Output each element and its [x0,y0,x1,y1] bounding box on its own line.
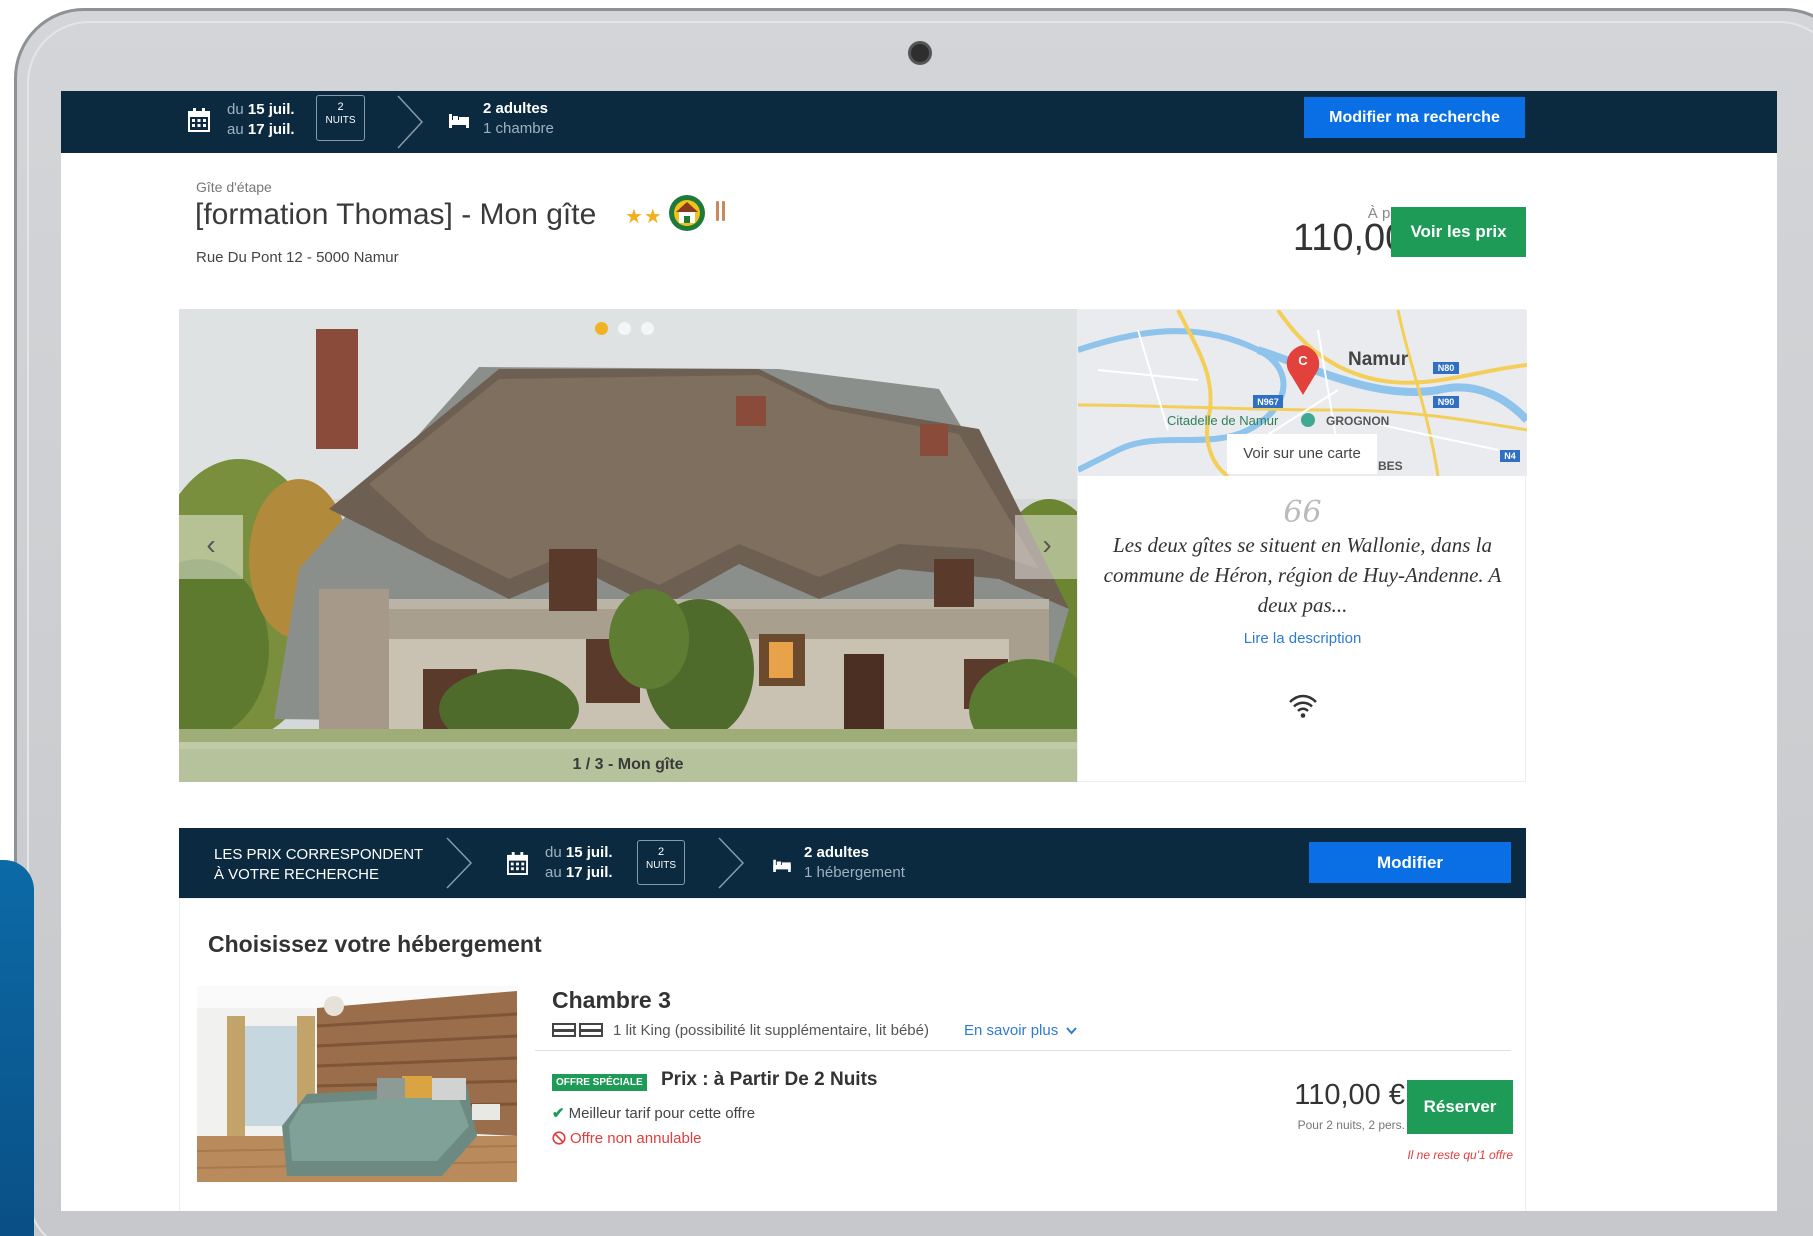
chevron-right-icon [446,837,473,889]
best-rate-text: Meilleur tarif pour cette offre [568,1105,756,1122]
offer-price-detail: Pour 2 nuits, 2 pers. [1297,1118,1405,1132]
learn-more-label: En savoir plus [964,1022,1059,1039]
modify-search-button[interactable]: Modifier ma recherche [1304,97,1525,138]
guests-summary: 2 adultes 1 chambre [483,99,554,139]
map-marker-letter: C [1298,353,1308,368]
chevron-right-icon [718,837,745,889]
bed-icon [449,114,469,128]
property-title: [formation Thomas] - Mon gîte [195,198,597,231]
learn-more-link[interactable]: En savoir plus [964,1022,1078,1039]
divider [535,1050,1511,1051]
guests-count: 2 adultes [804,844,870,861]
map-district-label: GROGNON [1326,414,1389,428]
offers-heading: Choisissez votre hébergement [208,931,542,957]
chevron-right-icon [397,95,424,149]
nights-count: 2 [337,101,344,113]
restaurant-icon [716,201,725,221]
bed-configuration: 1 lit King (possibilité lit supplémentai… [613,1022,929,1039]
browser-screen: du 15 juil. au 17 juil. 2 NUITS 2 adulte… [61,91,1777,1211]
read-description-link[interactable]: Lire la description [1078,630,1527,647]
wifi-icon [1289,694,1317,718]
map-district2-label: BES [1378,459,1403,473]
room-photo[interactable] [197,986,517,1182]
from-label: du [227,101,244,118]
road-label-n967: N967 [1257,397,1279,407]
gallery-prev-button[interactable]: ‹ [179,515,243,579]
see-prices-button[interactable]: Voir les prix [1391,207,1526,257]
non-cancellable-text: Offre non annulable [570,1130,702,1147]
non-cancellable-note: Offre non annulable [552,1130,702,1147]
offers-panel: Choisissez votre hébergement Chambre 3 1… [179,898,1526,1211]
location-map[interactable]: N967 N80 N90 N4 Namur Citadelle de Namur… [1078,310,1527,476]
special-offer-badge: OFFRE SPÉCIALE [552,1074,647,1091]
carousel-dot[interactable] [618,322,631,335]
book-button[interactable]: Réserver [1407,1080,1513,1134]
nights-label: NUITS [646,860,676,871]
guests-count: 2 adultes [483,100,549,117]
offers-date-range: du 15 juil. au 17 juil. [545,843,613,883]
carousel-dot[interactable] [641,322,654,335]
cottage-photo [179,309,1077,782]
offers-summary-bar: LES PRIX CORRESPONDENT À VOTRE RECHERCHE… [179,828,1526,898]
modify-button[interactable]: Modifier [1309,842,1511,883]
nights-box: 2 NUITS [637,840,685,885]
property-category: Gîte d'étape [196,179,272,195]
availability-note: Il ne reste qu'1 offre [1407,1148,1513,1162]
webcam [908,41,932,65]
offer-title: Prix : à Partir De 2 Nuits [661,1069,878,1090]
double-bed-icon [552,1023,603,1037]
units-count: 1 hébergement [804,864,905,881]
nights-label: NUITS [325,115,356,126]
match-note: LES PRIX CORRESPONDENT À VOTRE RECHERCHE [214,845,423,885]
road-label-n4: N4 [1504,451,1516,461]
map-landmark-label: Citadelle de Namur [1167,413,1279,428]
check-icon: ✔ [552,1105,565,1122]
gallery-next-button[interactable]: › [1015,515,1077,579]
to-date: 17 juil. [565,864,613,881]
nights-count: 2 [657,846,665,858]
quote-icon: 66 [1283,495,1322,530]
photo-gallery[interactable]: ‹ › 1 / 3 - Mon gîte [179,309,1077,782]
description-excerpt: Les deux gîtes se situent en Wallonie, d… [1103,533,1502,617]
best-rate-note: ✔ Meilleur tarif pour cette offre [552,1104,755,1122]
star-rating: ★★ [625,206,663,228]
chevron-left-icon: ‹ [206,529,216,560]
chevron-right-icon: › [1042,529,1052,560]
offers-guests-summary: 2 adultes 1 hébergement [804,843,905,883]
bedroom-image [197,986,517,1182]
carousel-dot-active[interactable] [595,322,608,335]
gallery-caption: 1 / 3 - Mon gîte [572,756,684,773]
calendar-icon [507,852,528,875]
date-range: du 15 juil. au 17 juil. [227,100,295,140]
to-label: au [545,864,562,881]
to-label: au [227,121,244,138]
quality-label-icon [669,195,705,231]
to-date: 17 juil. [247,121,295,138]
rooms-count: 1 chambre [483,120,554,137]
map-city-label: Namur [1348,349,1409,370]
see-on-map-button[interactable]: Voir sur une carte [1227,434,1377,474]
search-summary-bar: du 15 juil. au 17 juil. 2 NUITS 2 adulte… [61,91,1777,153]
offer-price: 110,00 € [1294,1079,1405,1111]
road-label-n80: N80 [1438,363,1455,373]
from-label: du [545,844,562,861]
bed-icon [773,859,791,872]
match-note-line2: À VOTRE RECHERCHE [214,866,380,883]
carousel-dots [595,322,654,335]
forbidden-icon [552,1131,566,1145]
road-label-n90: N90 [1438,397,1455,407]
nights-box: 2 NUITS [316,95,365,141]
chevron-down-icon [1066,1027,1078,1035]
info-panel: N967 N80 N90 N4 Namur Citadelle de Namur… [1077,309,1527,782]
room-name: Chambre 3 [552,987,671,1013]
from-date: 15 juil. [565,844,613,861]
background-decoration [0,860,34,1236]
from-date: 15 juil. [247,101,295,118]
calendar-icon [188,108,210,132]
property-address: Rue Du Pont 12 - 5000 Namur [196,249,399,266]
match-note-line1: LES PRIX CORRESPONDENT [214,846,424,863]
